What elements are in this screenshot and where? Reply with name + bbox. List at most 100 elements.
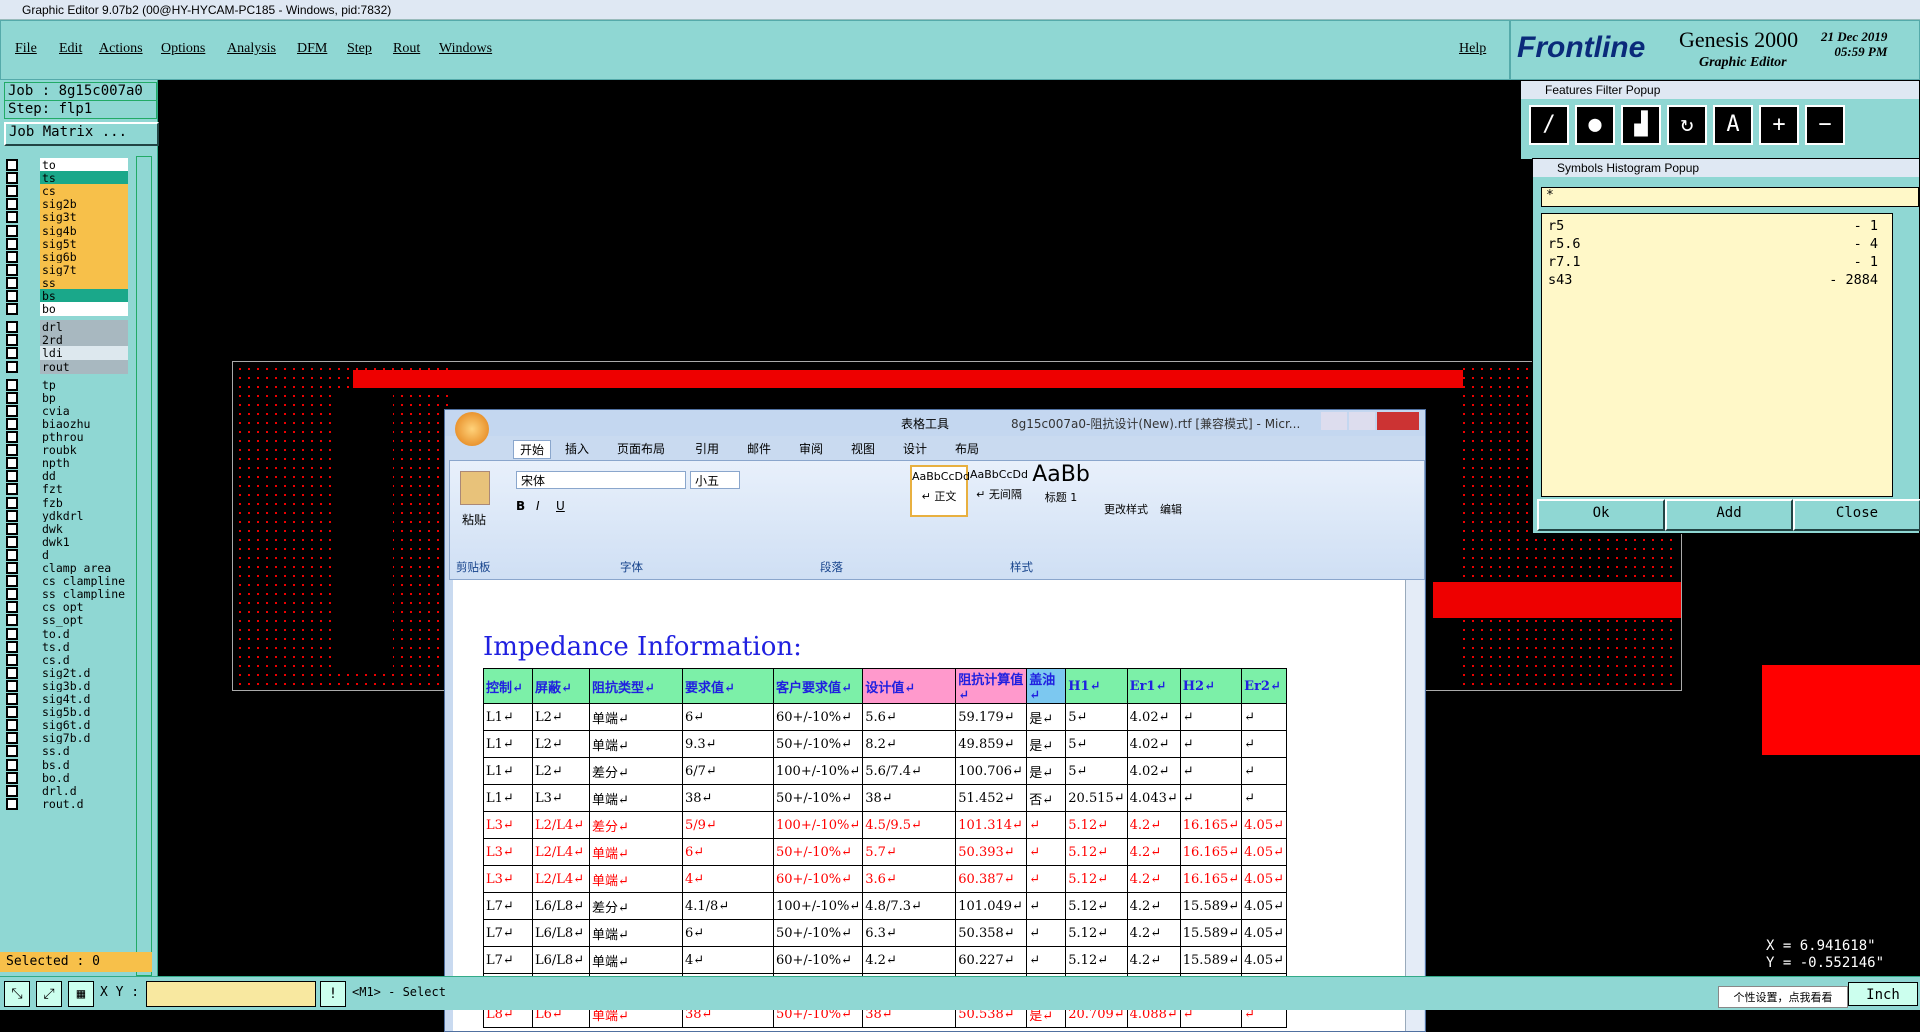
layer-row[interactable]: ldi — [6, 346, 128, 361]
layer-name[interactable]: ts — [40, 171, 128, 186]
unit-button[interactable]: Inch — [1848, 982, 1918, 1006]
layer-checkbox[interactable] — [6, 575, 18, 588]
table-cell[interactable]: L7↵ — [483, 946, 533, 974]
layer-name[interactable]: bp — [40, 390, 128, 405]
table-cell[interactable]: 16.165↵ — [1179, 838, 1243, 866]
menu-edit[interactable]: Edit — [59, 41, 82, 57]
table-cell[interactable]: 4.05↵ — [1241, 838, 1287, 866]
close-button[interactable]: Close — [1793, 499, 1920, 531]
layer-name[interactable]: bo.d — [40, 770, 128, 785]
table-cell[interactable]: 60.227↵ — [955, 946, 1028, 974]
layer-name[interactable]: 2rd — [40, 333, 128, 348]
layer-row[interactable]: ts — [6, 171, 128, 186]
table-cell[interactable]: 差分↵ — [589, 811, 683, 839]
layer-row[interactable]: drl.d — [6, 783, 128, 798]
minus-icon[interactable]: − — [1805, 105, 1845, 145]
ok-button[interactable]: Ok — [1537, 499, 1665, 531]
xy-input[interactable] — [146, 981, 316, 1007]
table-cell[interactable]: 6.3↵ — [862, 919, 957, 947]
layer-checkbox[interactable] — [6, 771, 18, 784]
layer-name[interactable]: ss_clampline — [40, 587, 128, 602]
table-cell[interactable]: L2↵ — [532, 730, 590, 758]
table-cell[interactable]: L2↵ — [532, 757, 590, 785]
layer-row[interactable]: dwk1 — [6, 534, 128, 549]
layer-row[interactable]: sig6b — [6, 249, 128, 264]
layer-row[interactable]: ss_clampline — [6, 587, 128, 602]
layer-name[interactable]: sig7t — [40, 262, 128, 277]
table-cell[interactable]: 4.05↵ — [1241, 892, 1287, 920]
symbol-list[interactable]: r5- 1 r5.6- 4 r7.1- 1 s43- 2884 — [1541, 213, 1893, 497]
maximize-icon[interactable] — [1349, 412, 1375, 430]
layer-row[interactable]: sig2b — [6, 197, 128, 212]
layer-checkbox[interactable] — [6, 250, 18, 263]
table-cell[interactable]: 单端↵ — [589, 946, 683, 974]
minimize-icon[interactable] — [1321, 412, 1347, 430]
table-cell[interactable]: 5.12↵ — [1065, 865, 1128, 893]
layer-checkbox[interactable] — [6, 640, 18, 653]
table-cell[interactable]: 8.2↵ — [862, 730, 957, 758]
table-cell[interactable]: 5/9↵ — [682, 811, 774, 839]
zoom-icon[interactable]: ⤡ — [4, 981, 30, 1007]
layer-row[interactable]: cs_opt — [6, 600, 128, 615]
layer-checkbox[interactable] — [6, 653, 18, 666]
tab-home[interactable]: 开始 — [513, 440, 552, 459]
layer-checkbox[interactable] — [6, 719, 18, 732]
table-cell[interactable]: 16.165↵ — [1179, 811, 1243, 839]
menu-options[interactable]: Options — [161, 41, 205, 57]
table-cell[interactable]: ↵ — [1241, 784, 1287, 812]
table-cell[interactable]: ↵ — [1026, 892, 1067, 920]
add-button[interactable]: Add — [1665, 499, 1793, 531]
symbol-row[interactable]: r5.6- 4 — [1548, 236, 1878, 253]
layer-row[interactable]: dd — [6, 469, 128, 484]
layer-row[interactable]: sig5b.d — [6, 705, 128, 720]
layer-row[interactable]: rout.d — [6, 796, 128, 811]
table-cell[interactable]: 51.452↵ — [955, 784, 1028, 812]
layer-name[interactable]: sig3b.d — [40, 678, 128, 693]
table-cell[interactable]: 50+/-10%↵ — [772, 919, 864, 947]
text-feature-icon[interactable]: A — [1713, 105, 1753, 145]
layer-name[interactable]: bs — [40, 289, 128, 303]
tab-layout[interactable]: 布局 — [955, 440, 979, 457]
layer-checkbox[interactable] — [6, 496, 18, 509]
layer-checkbox[interactable] — [6, 378, 18, 391]
layer-name[interactable]: sig5t — [40, 236, 128, 251]
table-cell[interactable]: ↵ — [1026, 946, 1067, 974]
layer-row[interactable]: npth — [6, 456, 128, 471]
table-cell[interactable]: 4.2↵ — [1126, 919, 1181, 947]
paste-label[interactable]: 粘贴 — [462, 511, 486, 528]
table-cell[interactable]: 15.589↵ — [1179, 919, 1243, 947]
table-cell[interactable]: 59.179↵ — [955, 703, 1028, 731]
table-cell[interactable]: L1↵ — [483, 703, 533, 731]
symbol-row[interactable]: r5- 1 — [1548, 218, 1878, 235]
table-cell[interactable]: 50+/-10%↵ — [772, 784, 864, 812]
job-matrix-button[interactable]: Job Matrix ... — [4, 122, 159, 146]
table-cell[interactable]: ↵ — [1241, 757, 1287, 785]
table-cell[interactable]: 9.3↵ — [682, 730, 774, 758]
layer-row[interactable]: tp — [6, 377, 128, 392]
menu-analysis[interactable]: Analysis — [227, 41, 276, 57]
table-cell[interactable]: 4.2↵ — [1126, 811, 1181, 839]
table-cell[interactable]: 5.12↵ — [1065, 919, 1128, 947]
layer-row[interactable]: ts.d — [6, 639, 128, 654]
table-cell[interactable]: ↵ — [1179, 730, 1243, 758]
layer-row[interactable]: sig3t — [6, 210, 128, 225]
layer-row[interactable]: sig7b.d — [6, 731, 128, 746]
layer-checkbox[interactable] — [6, 172, 18, 185]
layer-row[interactable]: ss_opt — [6, 613, 128, 628]
table-cell[interactable]: 50+/-10%↵ — [772, 838, 864, 866]
layer-checkbox[interactable] — [6, 588, 18, 601]
layer-name[interactable]: dd — [40, 469, 128, 484]
table-cell[interactable]: 单端↵ — [589, 703, 683, 731]
layer-row[interactable]: clamp_area — [6, 561, 128, 575]
table-cell[interactable]: 4↵ — [682, 865, 774, 893]
table-cell[interactable]: 5.12↵ — [1065, 838, 1128, 866]
layer-row[interactable]: ss.d — [6, 744, 128, 759]
table-cell[interactable]: 100+/-10%↵ — [772, 892, 864, 920]
layer-name[interactable]: sig5b.d — [40, 705, 128, 720]
layer-name[interactable]: fzb — [40, 495, 128, 510]
layer-checkbox[interactable] — [6, 457, 18, 470]
table-cell[interactable]: 4.2↵ — [862, 946, 957, 974]
font-name-select[interactable]: 宋体 — [516, 471, 686, 489]
add-icon[interactable]: + — [1759, 105, 1799, 145]
layer-row[interactable]: fzt — [6, 482, 128, 497]
